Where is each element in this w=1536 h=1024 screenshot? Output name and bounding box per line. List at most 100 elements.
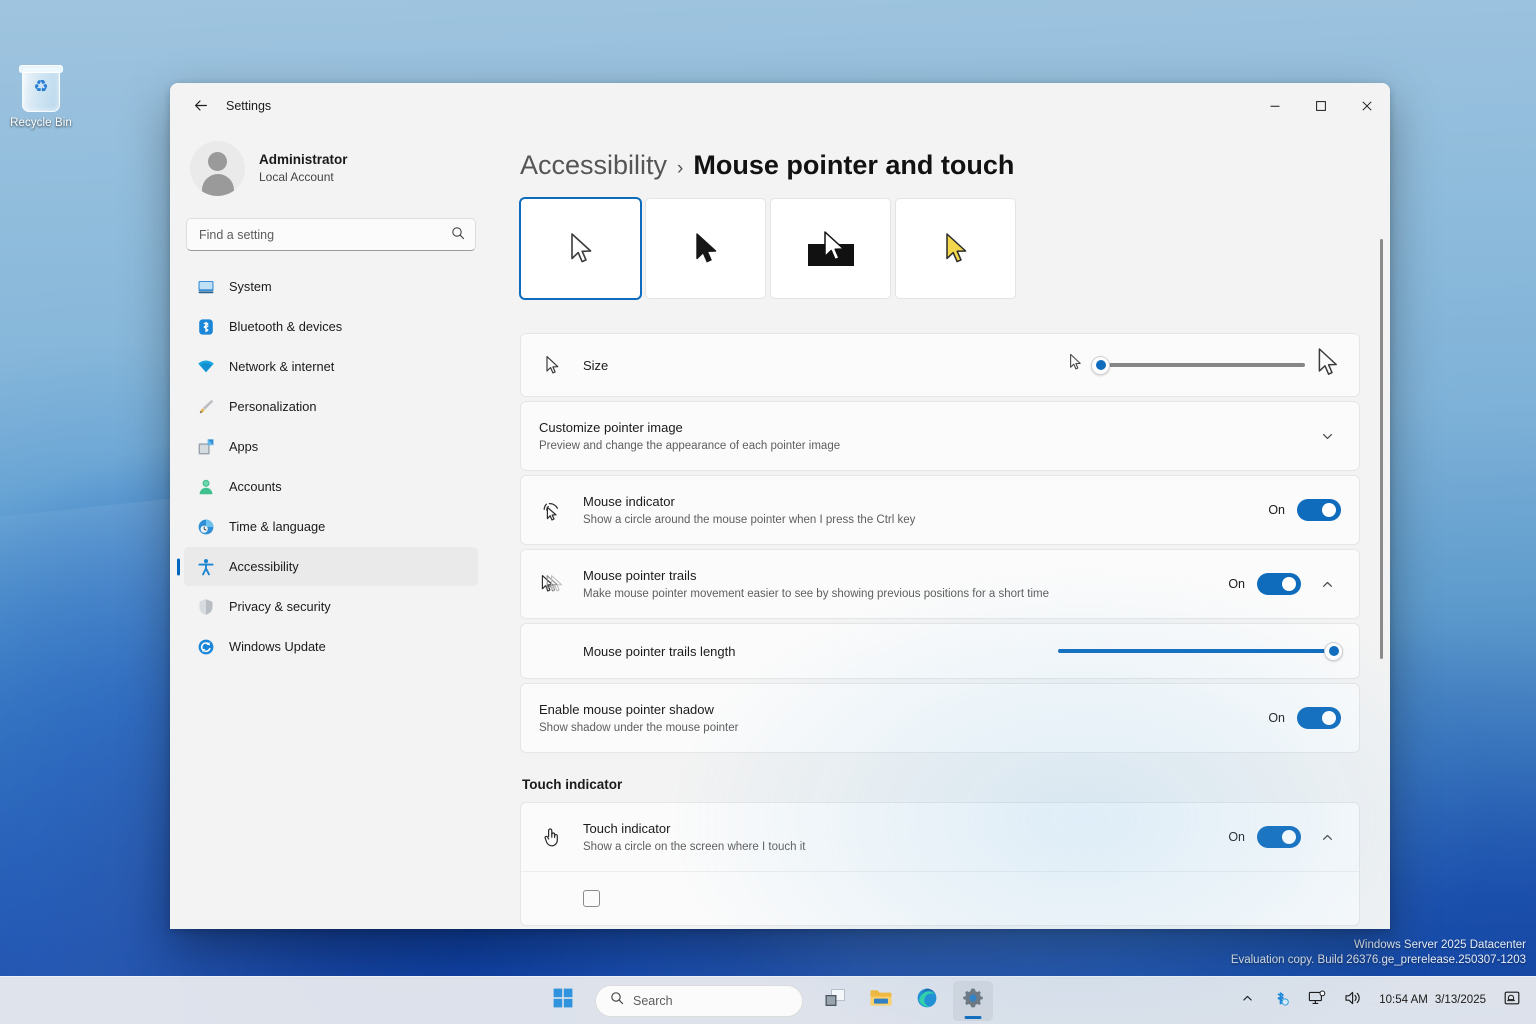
chevron-up-icon[interactable] [1313,570,1341,598]
touch-indicator-suboption-row[interactable] [521,871,1359,925]
file-explorer-button[interactable] [861,981,901,1021]
mouse-indicator-right: On [1268,499,1341,521]
window-controls [1252,83,1390,129]
settings-window: Settings Administrator Local Account Fin… [170,83,1390,929]
search-icon [610,991,624,1010]
update-icon [196,637,215,656]
start-button[interactable] [543,981,583,1021]
back-button[interactable] [184,91,218,121]
desktop-icon-recycle-bin[interactable]: ♻ Recycle Bin [6,65,76,129]
sidebar-item-accounts[interactable]: Accounts [184,467,478,506]
clock-button[interactable]: 10:54 AM 3/13/2025 [1373,983,1492,1019]
notification-center-button[interactable] [1496,983,1528,1019]
sidebar-item-label: Privacy & security [229,599,331,614]
pointer-shadow-title: Enable mouse pointer shadow [539,701,714,717]
accessibility-icon [196,557,215,576]
sidebar-item-system[interactable]: System [184,267,478,306]
sidebar-item-bluetooth-devices[interactable]: Bluetooth & devices [184,307,478,346]
pointer-style-inverted[interactable] [770,198,891,299]
size-row: Size [521,334,1359,396]
pointer-style-white[interactable] [520,198,641,299]
pointer-style-black[interactable] [645,198,766,299]
inverted-pointer-icon [807,230,854,266]
sidebar-item-windows-update[interactable]: Windows Update [184,627,478,666]
pointer-size-slider[interactable] [1091,355,1305,375]
brush-icon [196,397,215,416]
breadcrumb-separator: › [677,158,684,179]
desktop: ♻ Recycle Bin Windows Server 2025 Datace… [0,0,1536,1024]
touch-indicator-toggle[interactable] [1257,826,1301,848]
touch-icon [539,826,565,848]
maximize-button[interactable] [1298,83,1344,129]
scrollbar-thumb[interactable] [1380,239,1383,659]
taskbar: Search 10:54 AM 3/13/2025 [0,976,1536,1024]
sidebar-item-privacy-security[interactable]: Privacy & security [184,587,478,626]
tray-time: 10:54 AM [1379,994,1428,1006]
large-pointer-icon [1315,347,1341,384]
mouse-indicator-title: Mouse indicator [583,493,675,509]
edge-browser-button[interactable] [907,981,947,1021]
sidebar-item-label: Apps [229,439,259,454]
show-hidden-icons-chevron [1241,992,1254,1010]
settings-taskbar-button[interactable] [953,980,993,1021]
pointer-style-custom-color[interactable] [895,198,1016,299]
sidebar-item-label: Windows Update [229,639,326,654]
trails-length-slider-thumb[interactable] [1324,641,1343,661]
window-body: Administrator Local Account Find a setti… [170,129,1390,929]
touch-indicator-state: On [1228,830,1245,844]
breadcrumb-parent-link[interactable]: Accessibility [520,150,667,181]
watermark-line-2: Evaluation copy. Build 26376.ge_prerelea… [1230,954,1526,966]
trails-length-slider[interactable] [1058,641,1343,661]
mouse-pointer-trails-subtitle: Make mouse pointer movement easier to se… [583,587,1049,600]
content-scrollbar[interactable] [1380,239,1383,879]
account-block[interactable]: Administrator Local Account [184,129,478,210]
watermark-line-1: Windows Server 2025 Datacenter [1354,939,1526,951]
sidebar-item-personalization[interactable]: Personalization [184,387,478,426]
sidebar-item-label: Time & language [229,519,326,534]
minimize-icon [1270,105,1280,107]
content-area: Accessibility › Mouse pointer and touch [492,129,1390,929]
customize-pointer-card[interactable]: Customize pointer image Preview and chan… [520,401,1360,471]
sidebar-item-accessibility[interactable]: Accessibility [184,547,478,586]
size-card: Size [520,333,1360,397]
customize-pointer-row[interactable]: Customize pointer image Preview and chan… [521,402,1359,470]
back-arrow-icon [195,100,207,111]
recycle-bin-icon: ♻ [19,65,63,112]
network-tray-button[interactable] [1301,983,1333,1019]
chevron-up-icon[interactable] [1313,823,1341,851]
search-input[interactable] [199,227,451,242]
sidebar-item-apps[interactable]: Apps [184,427,478,466]
volume-tray-button[interactable] [1337,983,1369,1019]
notification-bell-icon [1503,989,1521,1012]
sidebar-item-network-internet[interactable]: Network & internet [184,347,478,386]
trails-length-text: Mouse pointer trails length [583,642,1042,661]
trails-length-card: Mouse pointer trails length [520,623,1360,679]
pointer-shadow-card: Enable mouse pointer shadow Show shadow … [520,683,1360,753]
make-circle-darker-checkbox[interactable] [583,890,600,907]
sidebar-item-time-language[interactable]: Time & language [184,507,478,546]
chevron-down-icon[interactable] [1313,422,1341,450]
sidebar-item-label: Accounts [229,479,282,494]
taskbar-search-box[interactable]: Search [595,984,803,1017]
search-icon [451,226,465,243]
show-hidden-icons-button[interactable] [1234,983,1261,1019]
network-icon [196,357,215,376]
pointer-shadow-state: On [1268,711,1285,725]
pointer-shadow-right: On [1268,707,1341,729]
taskbar-search-placeholder: Search [633,993,673,1008]
mouse-indicator-toggle[interactable] [1297,499,1341,521]
bluetooth-tray-button[interactable] [1265,983,1297,1019]
close-icon [1362,101,1372,111]
pointer-size-slider-thumb[interactable] [1091,355,1110,375]
taskbar-center-group: Search [543,980,993,1021]
mouse-pointer-trails-toggle[interactable] [1257,573,1301,595]
close-button[interactable] [1344,83,1390,129]
task-view-button[interactable] [815,981,855,1021]
minimize-button[interactable] [1252,83,1298,129]
pointer-shadow-toggle[interactable] [1297,707,1341,729]
yellow-pointer-icon [945,232,966,262]
pointer-shadow-row: Enable mouse pointer shadow Show shadow … [521,684,1359,752]
mouse-pointer-trails-card: Mouse pointer trails Make mouse pointer … [520,549,1360,619]
size-slider-group [1068,347,1341,384]
search-box[interactable] [186,218,476,251]
